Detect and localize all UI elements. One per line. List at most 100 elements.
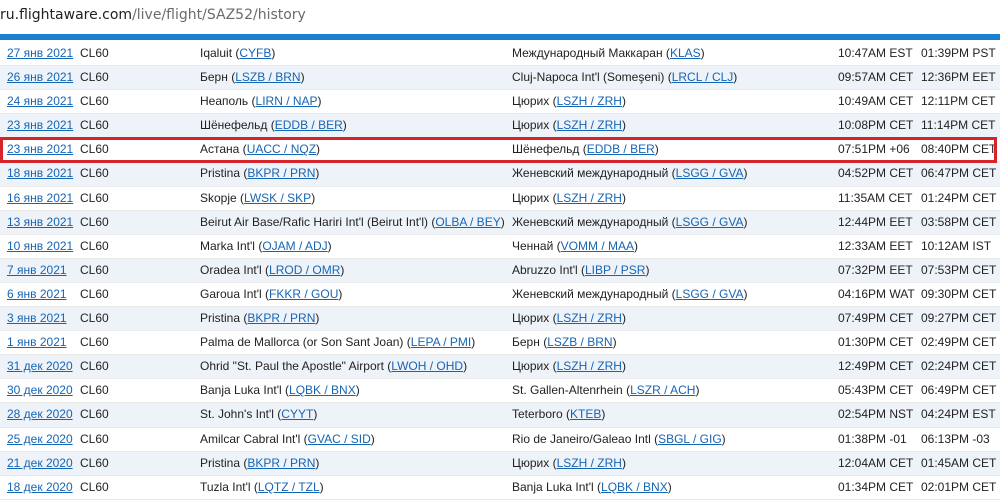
origin-code-link[interactable]: EDDB / BER [275, 118, 343, 132]
origin-code-link[interactable]: BKPR / PRN [247, 311, 315, 325]
flight-date-link[interactable]: 6 янв 2021 [7, 287, 67, 301]
origin-name: Beirut Air Base/Rafic Hariri Int'l (Beir… [200, 214, 428, 229]
destination-code-link[interactable]: KLAS [670, 46, 701, 60]
origin-code-link[interactable]: LROD / OMR [269, 263, 340, 277]
origin-code-link[interactable]: OJAM / ADJ [262, 239, 327, 253]
origin-code-link[interactable]: LWOH / OHD [391, 359, 463, 373]
destination: Женевский международный (LSGG / GVA) [512, 214, 748, 229]
origin-code-link[interactable]: OLBA / BEY [435, 215, 500, 229]
destination-code-link[interactable]: LSGG / GVA [676, 166, 744, 180]
destination-code-link[interactable]: LSZH / ZRH [557, 118, 622, 132]
flight-date-link[interactable]: 21 дек 2020 [7, 456, 73, 470]
origin-code-link[interactable]: GVAC / SID [308, 432, 371, 446]
aircraft-type: CL60 [80, 407, 109, 422]
origin-name: Берн [200, 70, 228, 85]
table-row: 26 янв 2021 CL60 Берн (LSZB / BRN) Cluj-Nap… [0, 66, 1000, 91]
origin-code-link[interactable]: BKPR / PRN [247, 166, 315, 180]
destination-code-link[interactable]: LSZH / ZRH [557, 191, 622, 205]
destination-code-link[interactable]: LSGG / GVA [676, 287, 744, 301]
origin-code-link[interactable]: BKPR / PRN [247, 456, 315, 470]
origin-code-link[interactable]: CYYT [281, 407, 313, 421]
flight-date-link[interactable]: 16 янв 2021 [7, 191, 73, 205]
origin-name: Palma de Mallorca (or Son Sant Joan) [200, 335, 404, 350]
origin: Marka Int'l (OJAM / ADJ) [200, 238, 332, 253]
flight-date-link[interactable]: 26 янв 2021 [7, 70, 73, 84]
destination-code-link[interactable]: LSZR / ACH [630, 383, 695, 397]
origin-code-link[interactable]: LQBK / BNX [289, 383, 356, 397]
flight-date-link[interactable]: 31 дек 2020 [7, 359, 73, 373]
destination-name: Международный Маккаран [512, 46, 663, 60]
destination-code-link[interactable]: LIBP / PSR [585, 263, 645, 277]
origin: Шёнефельд (EDDB / BER) [200, 118, 347, 133]
flight-date-link[interactable]: 18 янв 2021 [7, 166, 73, 180]
destination-code-link[interactable]: LSZH / ZRH [557, 456, 622, 470]
destination-code-link[interactable]: SBGL / GIG [658, 432, 722, 446]
arrival-time: 02:24PM CET [921, 359, 997, 374]
destination-code-link[interactable]: EDDB / BER [587, 142, 655, 156]
table-row: 16 янв 2021 CL60 Skopje (LWSK / SKP) Цюрих … [0, 187, 1000, 211]
destination-code-link[interactable]: LSGG / GVA [676, 215, 744, 229]
aircraft-type: CL60 [80, 94, 109, 109]
aircraft-type: CL60 [80, 70, 109, 85]
arrival-time: 04:24PM EST [921, 407, 996, 422]
aircraft-type: CL60 [80, 479, 109, 494]
destination: Международный Маккаран (KLAS) [512, 46, 705, 60]
departure-time: 10:08PM CET [838, 118, 914, 133]
arrival-time: 12:11PM CET [921, 94, 996, 109]
flight-date-link[interactable]: 18 дек 2020 [7, 480, 73, 494]
aircraft-type: CL60 [80, 455, 109, 470]
flight-date-link[interactable]: 1 янв 2021 [7, 335, 67, 349]
flight-date-link[interactable]: 23 янв 2021 [7, 142, 73, 156]
origin-name: Iqaluit [200, 46, 233, 60]
destination-code-link[interactable]: LSZH / ZRH [557, 94, 622, 108]
flight-date-link[interactable]: 7 янв 2021 [7, 263, 67, 277]
flight-date-link[interactable]: 3 янв 2021 [7, 311, 67, 325]
aircraft-type: CL60 [80, 335, 109, 350]
flight-date-link[interactable]: 27 янв 2021 [7, 46, 73, 60]
departure-time: 11:35AM CET [838, 190, 913, 205]
arrival-time: 08:40PM CET [921, 142, 997, 157]
origin: Amilcar Cabral Int'l (GVAC / SID) [200, 431, 375, 446]
flight-date-link[interactable]: 24 янв 2021 [7, 94, 73, 108]
destination: Шёнефельд (EDDB / BER) [512, 142, 659, 157]
address-bar[interactable]: ru.flightaware.com/live/flight/SAZ52/his… [0, 0, 1000, 34]
destination: Abruzzo Int'l (LIBP / PSR) [512, 262, 650, 277]
destination-code-link[interactable]: LSZB / BRN [547, 335, 612, 349]
origin-code-link[interactable]: LIRN / NAP [256, 94, 318, 108]
flight-date-link[interactable]: 10 янв 2021 [7, 239, 73, 253]
destination-code-link[interactable]: LQBK / BNX [601, 480, 668, 494]
destination-code-link[interactable]: VOMM / MAA [561, 239, 634, 253]
aircraft-type: CL60 [80, 190, 109, 205]
origin: Pristina (BKPR / PRN) [200, 455, 320, 470]
arrival-time: 06:47PM CET [921, 166, 997, 181]
url-text[interactable]: ru.flightaware.com/live/flight/SAZ52/his… [0, 7, 306, 23]
destination-name: Женевский международный [512, 214, 669, 229]
departure-time: 02:54PM NST [838, 407, 914, 422]
destination: Цюрих (LSZH / ZRH) [512, 190, 626, 205]
origin-code-link[interactable]: FKKR / GOU [269, 287, 338, 301]
destination-code-link[interactable]: KTEB [570, 407, 601, 421]
flight-date-link[interactable]: 25 дек 2020 [7, 432, 73, 446]
origin: Астана (UACC / NQZ) [200, 142, 321, 157]
flight-date-link[interactable]: 30 дек 2020 [7, 383, 73, 397]
destination: Цюрих (LSZH / ZRH) [512, 118, 626, 133]
destination-name: Цюрих [512, 94, 550, 109]
origin-code-link[interactable]: LSZB / BRN [235, 70, 300, 84]
origin-code-link[interactable]: UACC / NQZ [247, 142, 316, 156]
flight-date-link[interactable]: 28 дек 2020 [7, 407, 73, 421]
departure-time: 09:57AM CET [838, 70, 914, 85]
departure-time: 01:34PM CET [838, 479, 914, 494]
origin-code-link[interactable]: LQTZ / TZL [258, 480, 320, 494]
destination: Женевский международный (LSGG / GVA) [512, 166, 748, 181]
flight-date-link[interactable]: 13 янв 2021 [7, 215, 73, 229]
destination-code-link[interactable]: LRCL / CLJ [672, 70, 734, 84]
origin-code-link[interactable]: LEPA / PMI [411, 335, 471, 349]
table-row: 10 янв 2021 CL60 Marka Int'l (OJAM / ADJ) Ч… [0, 235, 1000, 259]
origin-code-link[interactable]: CYFB [239, 46, 271, 60]
origin-code-link[interactable]: LWSK / SKP [244, 191, 311, 205]
destination-code-link[interactable]: LSZH / ZRH [557, 359, 622, 373]
destination-code-link[interactable]: LSZH / ZRH [557, 311, 622, 325]
origin: Beirut Air Base/Rafic Hariri Int'l (Beir… [200, 214, 505, 229]
flight-date-link[interactable]: 23 янв 2021 [7, 118, 73, 132]
aircraft-type: CL60 [80, 262, 109, 277]
